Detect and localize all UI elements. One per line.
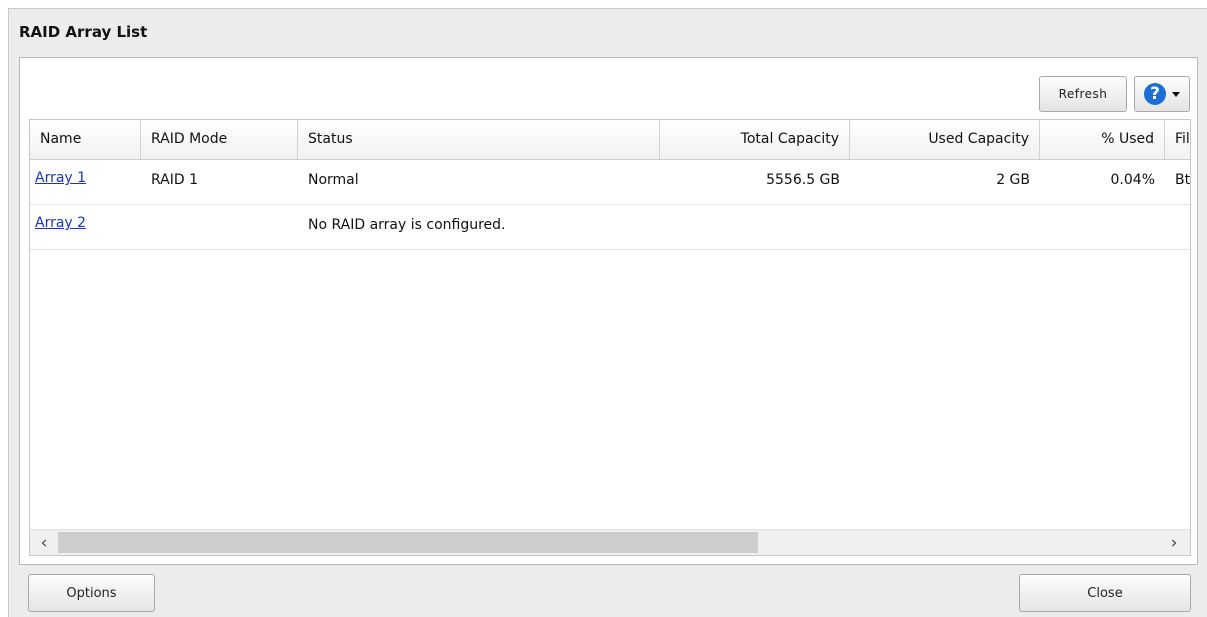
close-button[interactable]: Close xyxy=(1019,574,1191,612)
array-1-link[interactable]: Array 1 xyxy=(30,160,141,204)
chevron-down-icon xyxy=(1172,91,1180,97)
refresh-button[interactable]: Refresh xyxy=(1039,76,1127,112)
status-cell: No RAID array is configured. xyxy=(308,217,506,233)
window-title: RAID Array List xyxy=(19,23,148,41)
used-capacity-cell: 2 GB xyxy=(996,172,1030,188)
array-2-link[interactable]: Array 2 xyxy=(30,205,141,249)
chevron-right-icon[interactable]: › xyxy=(1162,530,1186,555)
help-menu-button[interactable]: ? xyxy=(1134,76,1190,112)
horizontal-scrollbar[interactable]: ‹ › xyxy=(30,529,1190,555)
column-header-raid-mode[interactable]: RAID Mode xyxy=(141,120,298,159)
help-icon: ? xyxy=(1144,83,1166,105)
array-list-panel: Refresh ? Name RAID Mode Status Total Ca… xyxy=(19,57,1198,565)
column-header-status[interactable]: Status xyxy=(298,120,660,159)
column-header-percent-used[interactable]: % Used xyxy=(1040,120,1165,159)
file-system-cell: Bt xyxy=(1175,172,1191,188)
options-button[interactable]: Options xyxy=(28,574,155,612)
table-row[interactable]: Array 1 RAID 1 Normal 5556.5 GB 2 GB 0.0… xyxy=(30,160,1191,205)
table-header: Name RAID Mode Status Total Capacity Use… xyxy=(30,120,1190,160)
chevron-left-icon[interactable]: ‹ xyxy=(32,530,56,555)
status-cell: Normal xyxy=(308,172,359,188)
raid-mode-cell: RAID 1 xyxy=(151,172,199,188)
column-header-file-system[interactable]: Fil xyxy=(1165,120,1190,159)
total-capacity-cell: 5556.5 GB xyxy=(766,172,840,188)
column-header-total-capacity[interactable]: Total Capacity xyxy=(660,120,850,159)
table-row[interactable]: Array 2 No RAID array is configured. xyxy=(30,205,1190,250)
percent-used-cell: 0.04% xyxy=(1110,172,1155,188)
column-header-name[interactable]: Name xyxy=(30,120,141,159)
scrollbar-thumb[interactable] xyxy=(58,532,758,553)
raid-mode-cell xyxy=(141,205,298,249)
column-header-used-capacity[interactable]: Used Capacity xyxy=(850,120,1040,159)
raid-array-table: Name RAID Mode Status Total Capacity Use… xyxy=(29,119,1191,556)
raid-array-list-window: RAID Array List Refresh ? Name RAID Mode… xyxy=(8,8,1207,617)
